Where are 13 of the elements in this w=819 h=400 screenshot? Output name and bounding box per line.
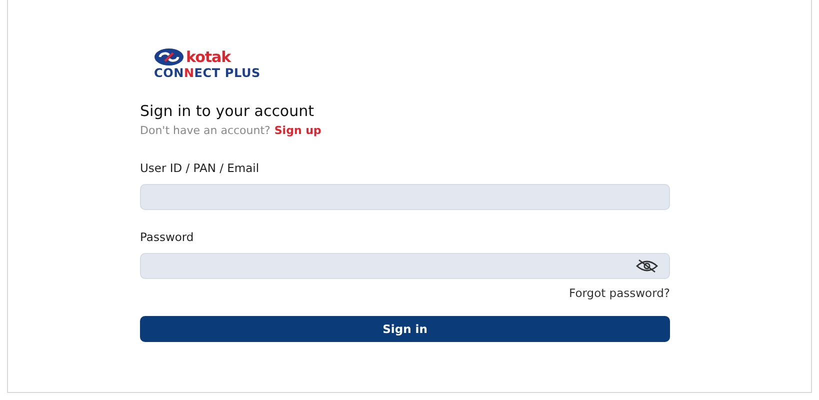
page-heading: Sign in to your account — [140, 102, 316, 120]
field-label: User ID / PAN / Email — [140, 161, 260, 175]
user-id-field[interactable] — [140, 184, 670, 210]
signup-link[interactable]: Sign up — [274, 124, 322, 137]
product-name: CON NECT PLUS — [154, 66, 262, 80]
eye-slash-icon[interactable] — [635, 258, 659, 274]
forgot-password-link[interactable]: Forgot password? — [569, 286, 670, 300]
sign-in-button[interactable]: Sign in — [140, 316, 670, 342]
logo-icon — [154, 48, 184, 66]
brand-name: kotak — [186, 48, 231, 66]
signup-prompt: Don't have an account? — [140, 124, 270, 137]
password-field[interactable] — [140, 253, 670, 279]
field-label: Password — [140, 230, 195, 244]
